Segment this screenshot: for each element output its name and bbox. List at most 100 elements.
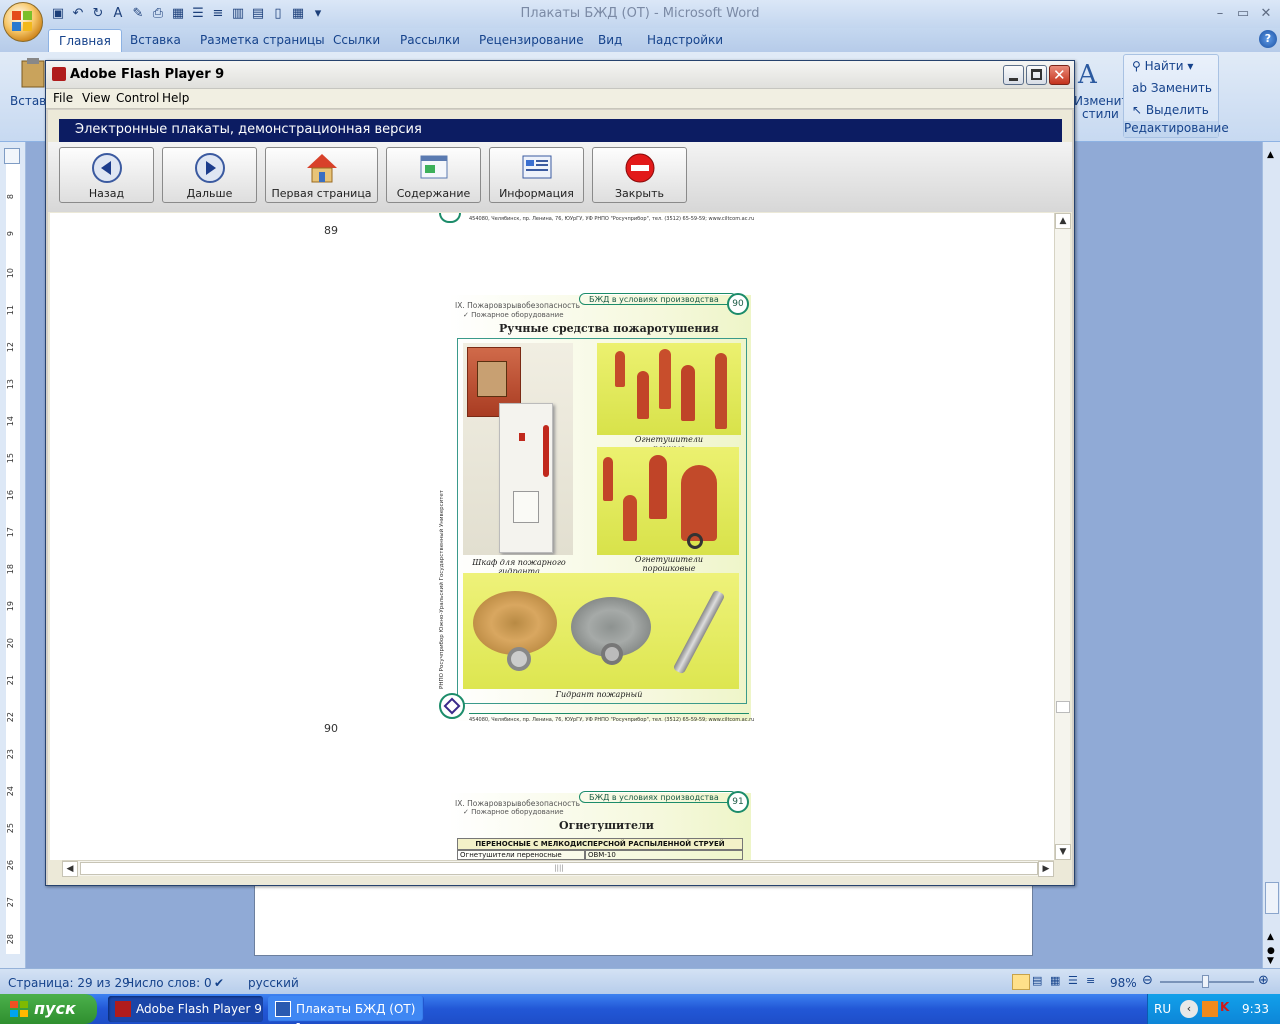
extinguisher-trolley <box>681 465 717 541</box>
word-icon <box>275 1001 291 1017</box>
back-button[interactable]: Назад <box>59 147 154 203</box>
spellcheck-icon[interactable]: ✔ <box>214 976 224 990</box>
page-indicator[interactable]: Страница: 29 из 29 <box>8 976 130 990</box>
browse-object-icon[interactable]: ● <box>1267 946 1275 956</box>
tab-review[interactable]: Рецензирование <box>479 33 584 47</box>
antivirus-icon[interactable]: K <box>1220 1000 1229 1014</box>
close-poster-button[interactable]: Закрыть <box>592 147 687 203</box>
table-icon[interactable]: ▦ <box>170 6 186 22</box>
system-tray: RU ‹ K 9:33 <box>1147 994 1280 1024</box>
extinguisher-1 <box>615 351 625 387</box>
horizontal-scroll-thumb[interactable]: |||| <box>80 862 1038 875</box>
full-screen-reading-icon[interactable]: ▤ <box>1032 974 1042 987</box>
web-layout-icon[interactable]: ▦ <box>1050 974 1060 987</box>
close-icon: ✕ <box>1053 66 1066 84</box>
collapse-tray-icon[interactable]: ‹ <box>1180 1000 1198 1018</box>
draft-view-icon[interactable]: ≡ <box>1086 974 1095 987</box>
table-cell-value: ОВМ-10 <box>585 850 743 860</box>
page-icon[interactable]: ▯ <box>270 6 286 22</box>
scroll-thumb[interactable] <box>1265 882 1279 914</box>
save-icon[interactable]: ▣ <box>50 6 66 22</box>
flash-app-icon <box>52 67 66 81</box>
undo-icon[interactable]: ↶ <box>70 6 86 22</box>
menu-view[interactable]: View <box>82 91 110 105</box>
language-indicator[interactable]: русский <box>248 976 299 990</box>
menu-control[interactable]: Control <box>116 91 159 105</box>
scroll-right-icon[interactable]: ▶ <box>1038 861 1054 877</box>
scroll-up-icon[interactable]: ▲ <box>1267 150 1274 160</box>
ruler-number: 27 <box>6 897 15 908</box>
language-indicator-tray[interactable]: RU <box>1154 1002 1171 1016</box>
page-number-89: 89 <box>324 224 338 237</box>
redo-icon[interactable]: ↻ <box>90 6 106 22</box>
table-cell-label: Огнетушители переносные <box>457 850 585 860</box>
ruler-number: 10 <box>6 268 15 279</box>
fire-hydrant-hose-photo <box>463 573 739 689</box>
indent-icon[interactable]: ≡ <box>210 6 226 22</box>
flash-close-button[interactable]: ✕ <box>1049 65 1070 85</box>
customize-qat-icon[interactable]: ▾ <box>310 6 326 22</box>
line-spacing-icon[interactable]: ☰ <box>190 6 206 22</box>
menu-file[interactable]: File <box>53 91 73 105</box>
borders-icon[interactable]: ▥ <box>230 6 246 22</box>
zoom-in-icon[interactable]: ⊕ <box>1258 973 1269 988</box>
menu-help[interactable]: Help <box>162 91 189 105</box>
next-page-icon[interactable]: ▼ <box>1267 956 1274 966</box>
ruler-toggle-button[interactable] <box>4 148 20 164</box>
find-button[interactable]: ⚲ Найти ▾ <box>1132 59 1193 73</box>
scroll-down-icon[interactable]: ▼ <box>1055 844 1071 860</box>
font-icon[interactable]: A <box>110 6 126 22</box>
vertical-scroll-thumb[interactable] <box>1056 701 1070 713</box>
help-icon[interactable]: ? <box>1259 30 1277 48</box>
clock[interactable]: 9:33 <box>1242 1002 1269 1016</box>
caption-powder: Огнетушители порошковые <box>634 555 704 573</box>
ruler-number: 12 <box>6 342 15 353</box>
grid-icon[interactable]: ▤ <box>250 6 266 22</box>
print-layout-view-icon[interactable] <box>1012 974 1030 990</box>
paste-button[interactable]: Вставить <box>6 56 68 136</box>
media-player-icon[interactable] <box>1202 1001 1218 1017</box>
tab-insert[interactable]: Вставка <box>130 33 181 47</box>
replace-button[interactable]: ab Заменить <box>1132 81 1212 95</box>
tab-home[interactable]: Главная <box>48 29 122 52</box>
binoculars-icon: ⚲ <box>1132 59 1141 73</box>
tab-references[interactable]: Ссылки <box>333 33 380 47</box>
tab-view[interactable]: Вид <box>598 33 622 47</box>
flash-vertical-scrollbar[interactable]: ▲ ▼ <box>1054 213 1071 860</box>
scroll-up-icon[interactable]: ▲ <box>1055 213 1071 229</box>
word-vertical-scrollbar[interactable]: ▲ ▲ ● ▼ <box>1262 142 1280 968</box>
tab-addins[interactable]: Надстройки <box>647 33 723 47</box>
zoom-level[interactable]: 98% <box>1110 976 1137 990</box>
print-icon[interactable]: ⎙ <box>150 6 166 22</box>
word-count[interactable]: Число слов: 0 <box>126 976 212 990</box>
tab-mailings[interactable]: Рассылки <box>400 33 460 47</box>
flash-horizontal-scrollbar[interactable]: ◀ |||| ▶ <box>62 860 1054 877</box>
minimize-icon[interactable]: – <box>1210 6 1230 21</box>
zoom-slider-thumb[interactable] <box>1202 975 1209 988</box>
ruler-number: 17 <box>6 527 15 538</box>
poster-91: БЖД в условиях производства 91 IX. Пожар… <box>429 767 760 860</box>
contents-button[interactable]: Содержание <box>386 147 481 203</box>
restore-icon[interactable]: ▭ <box>1233 6 1253 21</box>
poster-89-footer: 454080, Челябинск, пр. Ленина, 76, ЮУрГУ… <box>469 216 755 222</box>
close-icon[interactable]: ✕ <box>1256 6 1276 21</box>
info-label: Информация <box>499 187 574 200</box>
poster-90-footer: 454080, Челябинск, пр. Ленина, 76, ЮУрГУ… <box>469 717 755 723</box>
taskbar-word[interactable]: Плакаты БЖД (ОТ) -... <box>268 996 424 1024</box>
info-button[interactable]: Информация <box>489 147 584 203</box>
tab-page-layout[interactable]: Разметка страницы <box>200 33 325 47</box>
zoom-out-icon[interactable]: ⊖ <box>1142 973 1153 988</box>
scroll-left-icon[interactable]: ◀ <box>62 861 78 877</box>
first-page-button[interactable]: Первая страница <box>265 147 378 203</box>
change-styles-button[interactable]: A Изменить стили <box>1074 60 1136 126</box>
flash-maximize-button[interactable] <box>1026 65 1047 85</box>
edit-icon[interactable]: ✎ <box>130 6 146 22</box>
powder-extinguishers-photo <box>597 447 739 555</box>
prev-page-icon[interactable]: ▲ <box>1267 932 1274 942</box>
flash-minimize-button[interactable] <box>1003 65 1024 85</box>
taskbar-flash-player[interactable]: Adobe Flash Player 9 <box>108 996 263 1022</box>
columns-icon[interactable]: ▦ <box>290 6 306 22</box>
next-button[interactable]: Дальше <box>162 147 257 203</box>
ruler-scale: 8 9 10 11 12 13 14 15 16 17 18 19 20 21 22 23 24 25 26 27 28 <box>6 164 20 954</box>
outline-view-icon[interactable]: ☰ <box>1068 974 1078 987</box>
